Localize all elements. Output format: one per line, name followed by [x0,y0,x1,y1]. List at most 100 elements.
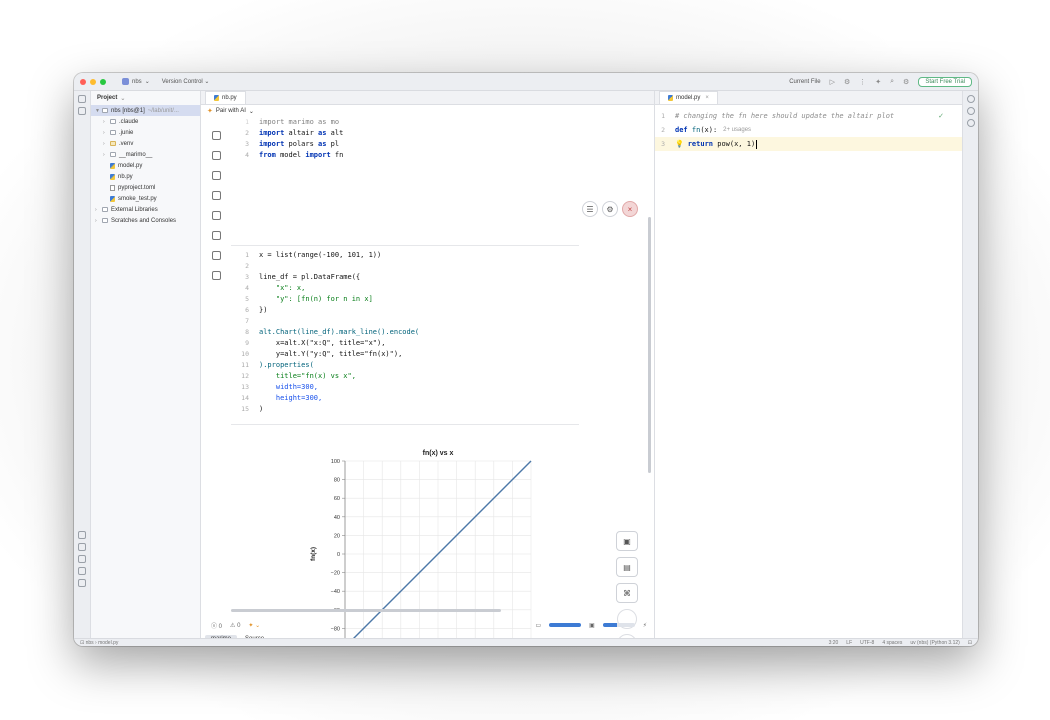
code-line: 2 import altair as alt [231,127,579,138]
tree-item-claude[interactable]: › .claude [91,116,200,127]
ai-assistant-icon[interactable] [966,107,975,115]
ai-assistant-icon[interactable]: ✦ [875,78,881,86]
cell-menu-button[interactable]: ☰ [582,201,598,217]
pair-with-ai-bar[interactable]: ✦ Pair with AI ⌄ [201,105,654,117]
project-tool-icon[interactable] [78,95,86,103]
code-line: 15) [231,403,579,414]
code-keyword: import [305,150,331,159]
tree-item-junie[interactable]: › .junie [91,127,200,138]
cursor-position[interactable]: 3:20 [829,640,839,646]
tree-item-smoke-test[interactable]: smoke_test.py [91,193,200,204]
ai-status-icon[interactable]: ✦ ⌄ [248,622,260,629]
zoom-window-button[interactable] [100,78,106,85]
debug-icon[interactable]: ⚙ [844,78,850,86]
tree-item-root[interactable]: ▼ nbs [nbs@1] ~/lab/unit/... [91,105,200,116]
project-switcher[interactable]: nbs ⌄ [122,78,150,85]
tree-item-path-hint: ~/lab/unit/... [147,107,179,114]
line-number: 13 [241,382,249,391]
outline-icon[interactable] [211,131,221,140]
logs-icon[interactable] [211,231,221,240]
ai-chat-icon[interactable] [211,191,221,200]
tree-item-label: .venv [119,140,134,147]
search-icon[interactable]: ⌕ [890,78,894,86]
code-line: 4 "x": x, [231,282,579,293]
tab-model-py[interactable]: model.py × [659,91,718,104]
packages-icon[interactable] [211,171,221,180]
minimize-window-button[interactable] [90,78,96,85]
code-text: x = list(range(-100, 101, 1)) [259,250,382,259]
python-interpreter[interactable]: uv (nbs) (Python 3.12) [910,640,959,646]
y-tick-label: 0 [337,552,340,558]
ide-window: nbs ⌄ Version Control ⌄ Current File ▷ ⚙… [74,73,978,646]
folder-icon [110,141,116,146]
code-line: 1 x = list(range(-100, 101, 1)) [231,249,579,260]
tree-item-label: smoke_test.py [118,195,157,202]
warning-count[interactable]: ⚠ 0 [230,622,240,629]
code-keyword: import [259,128,285,137]
tree-item-nb-py[interactable]: nb.py [91,171,200,182]
lock-icon[interactable]: ⊡ [968,640,972,646]
usages-hint[interactable]: 2+ usages [723,127,751,133]
chevron-right-icon: › [95,217,97,224]
line-number: 4 [245,283,249,292]
save-icon[interactable]: ▣ [616,531,638,551]
start-free-trial-button[interactable]: Start Free Trial [918,76,972,87]
tree-item-label: __marimo__ [119,151,153,158]
file-encoding[interactable]: UTF-8 [860,640,874,646]
ai-icon: ✦ [207,108,213,115]
version-control-menu[interactable]: Version Control ⌄ [162,78,210,85]
commit-tool-icon[interactable] [78,107,86,115]
cell-divider [231,424,579,425]
y-tick-label: −20 [331,571,340,577]
chevron-right-icon: › [103,118,105,125]
run-config-selector[interactable]: Current File [789,79,820,85]
tab-nb-py[interactable]: nb.py [205,91,246,104]
project-panel-header[interactable]: Project ⌄ [91,91,200,105]
tree-item-external-libraries[interactable]: › External Libraries [91,204,200,215]
code-cell-chart[interactable]: 1 x = list(range(-100, 101, 1)) 2 3 line_d… [231,249,579,421]
tree-item-venv[interactable]: › .venv [91,138,200,149]
database-icon[interactable] [966,119,975,127]
close-window-button[interactable] [80,78,86,85]
line-number: 9 [245,338,249,347]
cell-stop-button[interactable]: × [622,201,638,217]
tree-item-marimo[interactable]: › __marimo__ [91,149,200,160]
code-cell-imports[interactable]: 1 import marimo as mo 2 import altair as… [231,117,579,163]
chart-horizontal-scrollbar[interactable] [231,609,501,612]
settings-icon[interactable]: ⚙ [903,78,909,86]
python-console-icon[interactable] [78,579,86,587]
indent-setting[interactable]: 4 spaces [882,640,902,646]
layout-icon[interactable]: ▤ [616,557,638,577]
tree-item-model-py[interactable]: model.py [91,160,200,171]
tree-item-pyproject[interactable]: pyproject.toml [91,182,200,193]
terminal-tool-icon[interactable] [78,543,86,551]
notebook-vertical-scrollbar[interactable] [648,217,651,473]
command-icon[interactable]: ⌘ [616,583,638,603]
lightbulb-icon[interactable]: 💡 [675,140,684,148]
code-text: ) [259,404,264,413]
dependency-graph-icon[interactable] [211,251,221,260]
breadcrumb[interactable]: ⊡ nbs › model.py [80,640,118,646]
model-code[interactable]: 1 # changing the fn here should update t… [655,109,962,151]
code-keyword: import [259,139,285,148]
run-icon[interactable]: ▷ [830,78,835,86]
snippets-icon[interactable] [211,211,221,220]
line-separator[interactable]: LF [846,640,852,646]
problems-tool-icon[interactable] [78,555,86,563]
code-text: import marimo as mo [259,118,340,126]
cell-actions: ☰ ⚙ × [582,201,638,217]
tree-item-scratches[interactable]: › Scratches and Consoles [91,215,200,226]
code-line-current: 3 💡 return pow(x, 1) [655,137,962,151]
services-tool-icon[interactable] [78,531,86,539]
help-icon[interactable] [211,271,221,280]
code-line: 6}) [231,304,579,315]
cell-divider [231,245,579,246]
more-icon[interactable]: ⋮ [859,78,866,86]
notifications-icon[interactable] [966,95,975,103]
cell-settings-button[interactable]: ⚙ [602,201,618,217]
error-count[interactable]: ⓧ 0 [211,621,222,630]
variables-icon[interactable] [211,151,221,160]
git-tool-icon[interactable] [78,567,86,575]
connection-icon[interactable]: ⚡ [643,622,647,629]
close-tab-icon[interactable]: × [705,95,709,101]
